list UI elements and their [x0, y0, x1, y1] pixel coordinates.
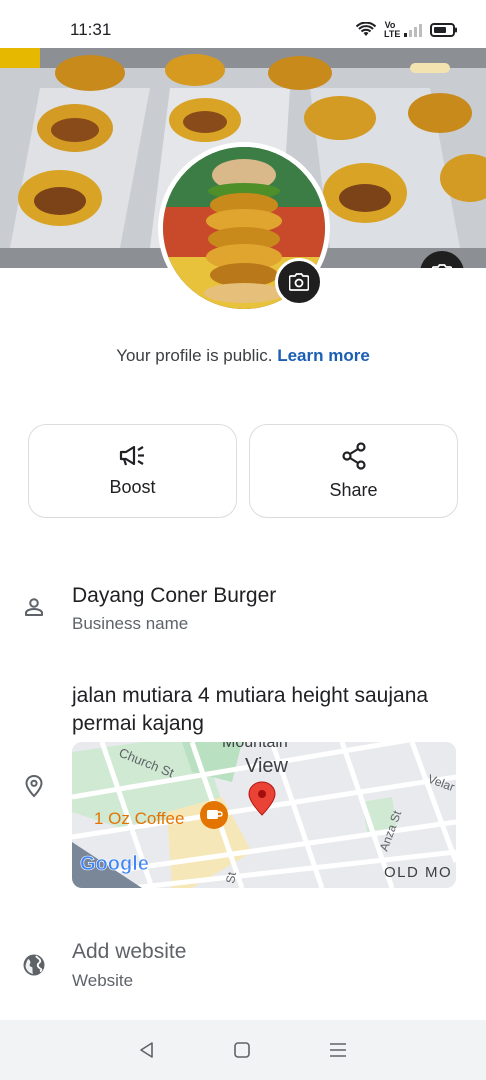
share-icon: [341, 441, 366, 470]
share-label: Share: [329, 479, 378, 500]
wifi-icon: [356, 22, 376, 36]
person-icon: [25, 598, 43, 616]
map-preview[interactable]: Mountain View Church St 1 Oz Coffee Anza…: [72, 742, 456, 888]
camera-icon: [432, 264, 452, 268]
business-address[interactable]: jalan mutiara 4 mutiara height saujana p…: [72, 682, 462, 738]
boost-button[interactable]: Boost: [28, 424, 237, 518]
share-button[interactable]: Share: [249, 424, 458, 518]
avatar-camera-button[interactable]: [275, 258, 323, 306]
megaphone-icon: [119, 445, 144, 465]
map-label-area-view: View: [245, 755, 289, 777]
public-note-text: Your profile is public.: [116, 346, 273, 365]
map-label-area-top: Mountain: [222, 742, 288, 751]
map-label-coffee: 1 Oz Coffee: [94, 809, 184, 828]
back-icon[interactable]: [138, 1041, 156, 1059]
learn-more-link[interactable]: Learn more: [277, 346, 370, 365]
google-logo: Google: [80, 853, 149, 875]
camera-icon: [289, 273, 309, 291]
status-icons: Vo LTE: [356, 20, 458, 40]
coffee-shop-icon: [200, 801, 228, 829]
globe-icon: [23, 954, 45, 976]
status-bar: 11:31 Vo LTE: [0, 0, 486, 48]
boost-label: Boost: [109, 476, 156, 497]
business-name-caption: Business name: [72, 614, 189, 633]
home-icon[interactable]: [233, 1041, 251, 1059]
status-time: 11:31: [70, 20, 112, 39]
map-label-old-mo: OLD MO: [384, 864, 452, 881]
recents-menu-icon[interactable]: [328, 1041, 348, 1059]
volte-badge: Vo LTE: [384, 20, 401, 39]
battery-icon: [430, 23, 457, 37]
profile-public-note: Your profile is public. Learn more: [0, 346, 486, 366]
add-website-link[interactable]: Add website: [72, 940, 186, 964]
system-nav-bar: [0, 1020, 486, 1080]
website-caption: Website: [72, 971, 134, 990]
business-name[interactable]: Dayang Coner Burger: [72, 584, 276, 608]
location-pin-icon: [25, 774, 43, 798]
signal-icon: [404, 24, 422, 37]
